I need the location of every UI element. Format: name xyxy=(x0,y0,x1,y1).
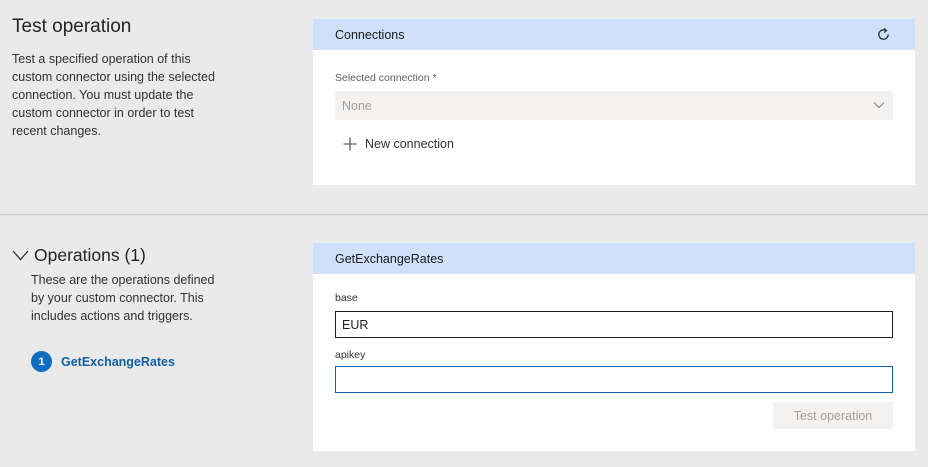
base-input[interactable] xyxy=(335,311,893,338)
connections-card-title: Connections xyxy=(335,27,405,42)
selected-connection-value: None xyxy=(342,98,372,113)
operation-card-header: GetExchangeRates xyxy=(313,243,915,274)
operations-section: Operations (1) These are the operations … xyxy=(0,215,928,467)
operations-toggle[interactable]: Operations (1) xyxy=(12,245,146,266)
test-operation-title: Test operation xyxy=(12,16,132,37)
test-operation-button[interactable]: Test operation xyxy=(773,402,893,429)
test-operation-section: Test operation Test a specified operatio… xyxy=(0,0,928,214)
apikey-field-label: apikey xyxy=(335,349,366,361)
operation-number-badge: 1 xyxy=(31,351,52,372)
operation-name-link[interactable]: GetExchangeRates xyxy=(61,355,175,369)
plus-icon xyxy=(343,137,357,151)
new-connection-button[interactable]: New connection xyxy=(343,137,454,151)
refresh-icon[interactable] xyxy=(876,27,891,42)
test-operation-description: Test a specified operation of this custo… xyxy=(12,52,215,138)
selected-connection-dropdown[interactable]: None xyxy=(335,91,893,120)
base-field-label: base xyxy=(335,292,358,304)
connections-card: Connections Selected connection * None N… xyxy=(313,19,915,185)
operation-card: GetExchangeRates base apikey Test operat… xyxy=(313,243,915,451)
new-connection-label: New connection xyxy=(365,137,454,151)
operations-title: Operations (1) xyxy=(34,245,146,265)
apikey-input[interactable] xyxy=(335,366,893,393)
operation-item-getexchangerates[interactable]: 1 GetExchangeRates xyxy=(31,351,175,372)
operation-card-title: GetExchangeRates xyxy=(335,251,444,266)
chevron-down-icon xyxy=(873,102,885,109)
selected-connection-label: Selected connection * xyxy=(335,72,437,84)
connections-card-header: Connections xyxy=(313,19,915,50)
operations-description: These are the operations defined by your… xyxy=(31,273,215,323)
chevron-down-icon xyxy=(12,250,29,261)
